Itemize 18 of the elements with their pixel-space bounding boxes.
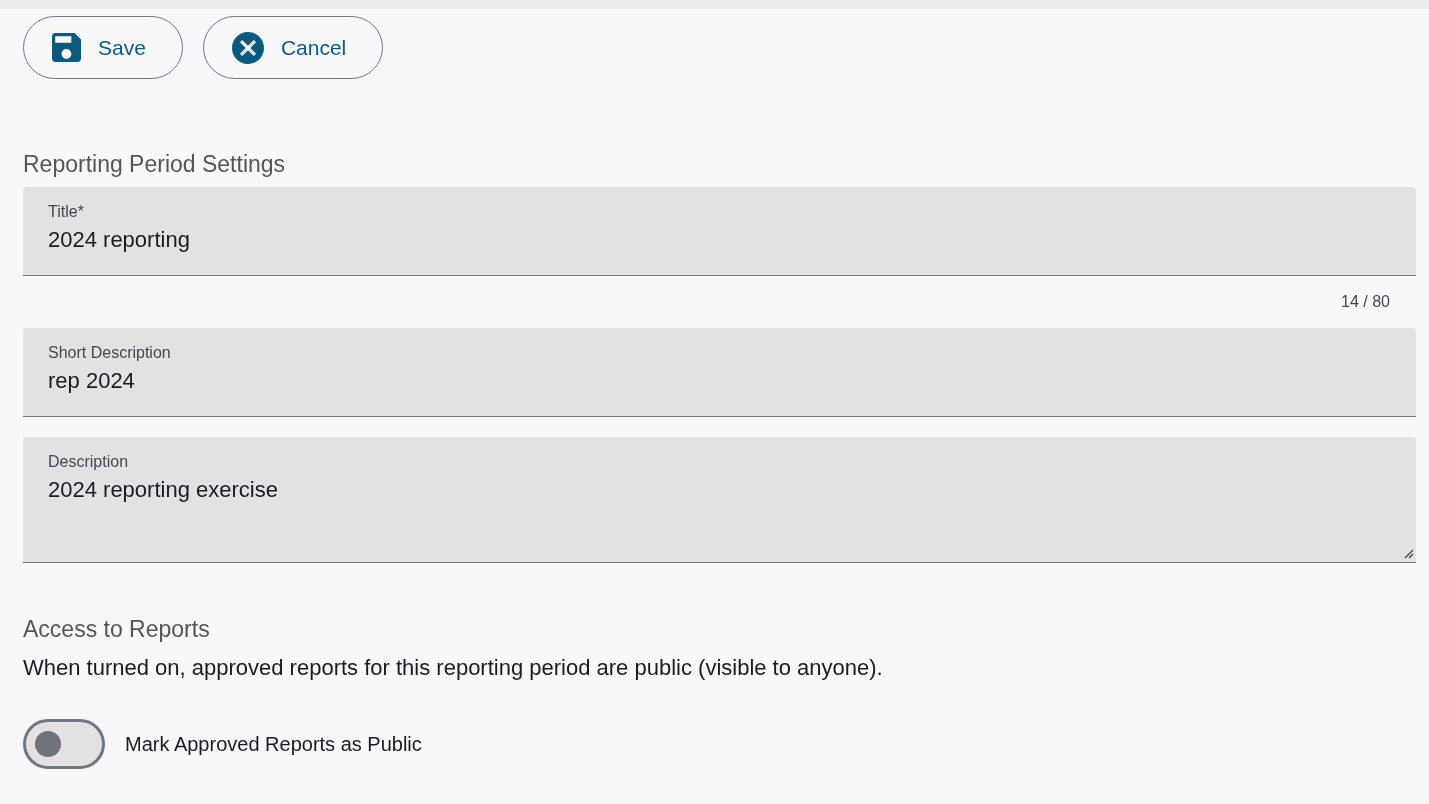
save-icon <box>52 33 81 62</box>
text-field[interactable]: Title* 2024 reporting <box>23 187 1416 276</box>
resize-handle-icon[interactable] <box>1404 549 1414 559</box>
text-field[interactable]: Short Description rep 2024 <box>23 328 1416 417</box>
field-label: Short Description <box>48 343 171 363</box>
section-heading: Access to Reports <box>23 615 210 643</box>
toggle-label: Mark Approved Reports as Public <box>125 732 422 757</box>
character-counter: 14 / 80 <box>1341 292 1390 312</box>
textarea-input[interactable]: 2024 reporting exercise <box>48 475 1386 548</box>
text-input[interactable]: rep 2024 <box>48 366 1400 396</box>
section-heading: Reporting Period Settings <box>23 150 286 178</box>
field-label: Description <box>48 452 129 472</box>
section-description: When turned on, approved reports for this reporting period are public (visible to anyone). <box>23 654 883 682</box>
textarea-field[interactable]: Description 2024 reporting exercise <box>23 437 1416 563</box>
toggle-switch[interactable] <box>23 719 105 769</box>
text-input[interactable]: 2024 reporting <box>48 225 1400 255</box>
cancel-icon <box>231 31 264 64</box>
field-label: Title* <box>48 202 84 222</box>
